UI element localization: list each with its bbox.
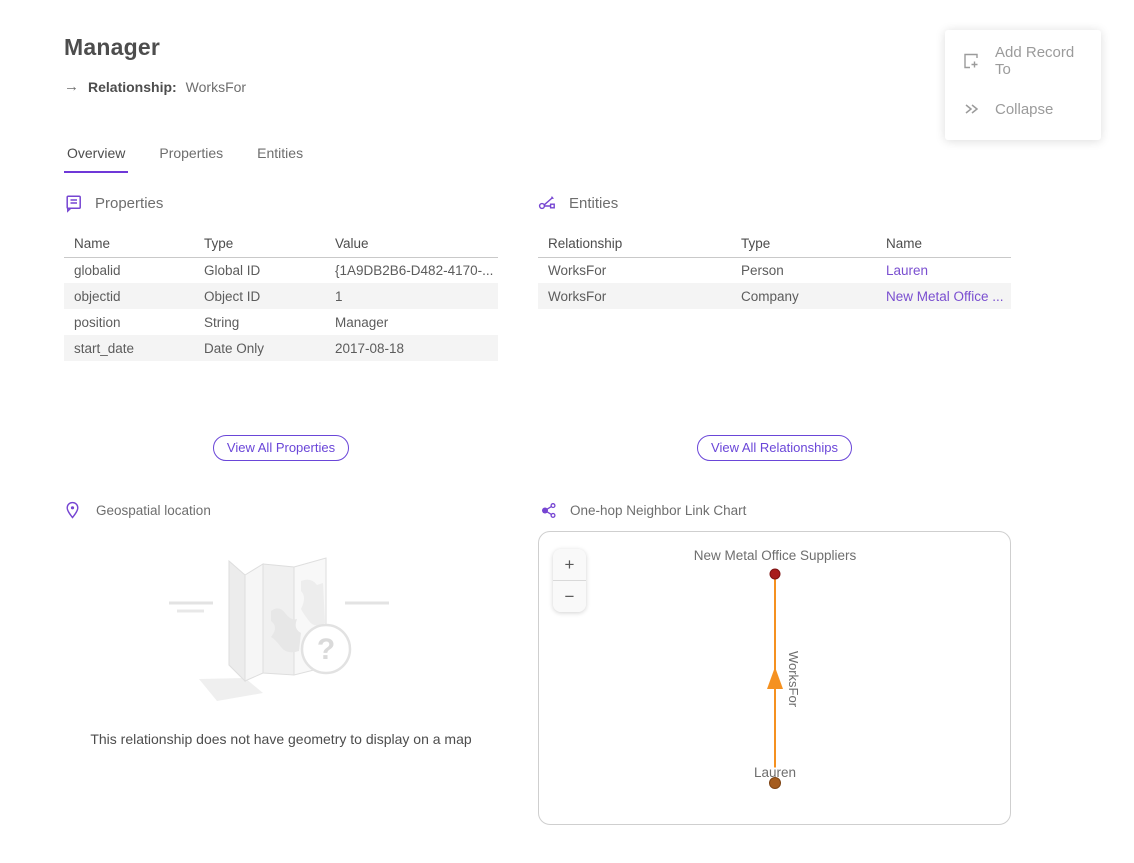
relationship-value: WorksFor: [186, 79, 246, 95]
properties-section: Properties Name Type Value globalid Glob…: [64, 192, 498, 361]
col-header-name: Name: [876, 230, 1011, 257]
properties-table-header: Name Type Value: [64, 230, 498, 257]
prop-name: start_date: [64, 335, 194, 361]
entities-section: Entities Relationship Type Name WorksFor…: [538, 192, 1011, 361]
properties-section-title: Properties: [95, 195, 163, 212]
col-header-type: Type: [194, 230, 325, 257]
entity-type: Person: [731, 257, 876, 283]
record-subtitle: → Relationship: WorksFor: [64, 78, 246, 95]
menu-item-add-record-to[interactable]: Add Record To: [945, 37, 1101, 85]
col-header-relationship: Relationship: [538, 230, 731, 257]
edge-arrow-icon: [767, 667, 783, 689]
prop-value: 2017-08-18: [325, 335, 498, 361]
entity-name-link[interactable]: New Metal Office ...: [876, 283, 1011, 309]
col-header-name: Name: [64, 230, 194, 257]
entities-section-title: Entities: [569, 195, 618, 212]
prop-name: objectid: [64, 283, 194, 309]
table-row: WorksFor Person Lauren: [538, 257, 1011, 283]
col-header-type: Type: [731, 230, 876, 257]
properties-icon: [64, 194, 83, 213]
tab-properties[interactable]: Properties: [156, 143, 226, 173]
prop-value: Manager: [325, 309, 498, 335]
bottom-node[interactable]: [770, 778, 781, 789]
entities-icon: [538, 194, 557, 213]
top-node[interactable]: [770, 569, 780, 579]
edge-label: WorksFor: [786, 651, 801, 708]
prop-value: {1A9DB2B6-D482-4170-...: [325, 257, 498, 283]
collapse-icon: [962, 100, 980, 118]
link-chart-graph: WorksFor New Metal Office Suppliers Laur…: [539, 532, 1010, 824]
svg-text:?: ?: [317, 633, 335, 666]
geospatial-section-title: Geospatial location: [96, 503, 211, 518]
entities-table: Relationship Type Name WorksFor Person L…: [538, 230, 1011, 309]
top-node-label: New Metal Office Suppliers: [694, 548, 857, 563]
entities-table-header: Relationship Type Name: [538, 230, 1011, 257]
table-row: WorksFor Company New Metal Office ...: [538, 283, 1011, 309]
tab-bar: Overview Properties Entities: [64, 143, 306, 173]
properties-table: Name Type Value globalid Global ID {1A9D…: [64, 230, 498, 361]
entity-type: Company: [731, 283, 876, 309]
prop-type: Date Only: [194, 335, 325, 361]
col-header-value: Value: [325, 230, 498, 257]
prop-name: globalid: [64, 257, 194, 283]
menu-item-label: Add Record To: [995, 44, 1084, 78]
map-pin-icon: [64, 501, 83, 520]
view-all-relationships-button[interactable]: View All Relationships: [697, 435, 852, 461]
prop-type: Object ID: [194, 283, 325, 309]
entities-section-header: Entities: [538, 192, 1011, 214]
prop-value: 1: [325, 283, 498, 309]
page-title: Manager: [64, 34, 246, 61]
table-row: objectid Object ID 1: [64, 283, 498, 309]
tab-entities[interactable]: Entities: [254, 143, 306, 173]
view-all-properties-button[interactable]: View All Properties: [213, 435, 349, 461]
properties-section-header: Properties: [64, 192, 498, 214]
link-chart-section-title: One-hop Neighbor Link Chart: [570, 503, 746, 518]
properties-button-row: View All Properties: [64, 435, 498, 461]
record-actions-menu: Add Record To Collapse: [945, 30, 1101, 140]
entities-button-row: View All Relationships: [538, 435, 1011, 461]
prop-type: String: [194, 309, 325, 335]
menu-item-collapse[interactable]: Collapse: [945, 85, 1101, 133]
entity-relationship: WorksFor: [538, 283, 731, 309]
link-chart-card: + − WorksFor New Metal Office Suppliers …: [538, 531, 1011, 825]
geospatial-section-header: Geospatial location: [64, 499, 498, 521]
geospatial-empty-state: ? This relationship does not have geomet…: [64, 531, 498, 825]
link-chart-icon: [538, 501, 557, 520]
table-row: globalid Global ID {1A9DB2B6-D482-4170-.…: [64, 257, 498, 283]
add-record-icon: [962, 52, 980, 70]
overview-content: Properties Name Type Value globalid Glob…: [64, 192, 1011, 825]
map-placeholder-illustration: ?: [141, 531, 421, 703]
relationship-arrow-icon: →: [64, 78, 79, 95]
relationship-label: Relationship:: [88, 79, 177, 95]
prop-name: position: [64, 309, 194, 335]
entity-name-link[interactable]: Lauren: [876, 257, 1011, 283]
table-row: position String Manager: [64, 309, 498, 335]
prop-type: Global ID: [194, 257, 325, 283]
geospatial-empty-message: This relationship does not have geometry…: [90, 731, 471, 747]
link-chart-section-header: One-hop Neighbor Link Chart: [538, 499, 1011, 521]
table-row: start_date Date Only 2017-08-18: [64, 335, 498, 361]
page-header: Manager → Relationship: WorksFor: [64, 34, 246, 95]
entity-relationship: WorksFor: [538, 257, 731, 283]
tab-overview[interactable]: Overview: [64, 143, 128, 173]
menu-item-label: Collapse: [995, 101, 1053, 118]
